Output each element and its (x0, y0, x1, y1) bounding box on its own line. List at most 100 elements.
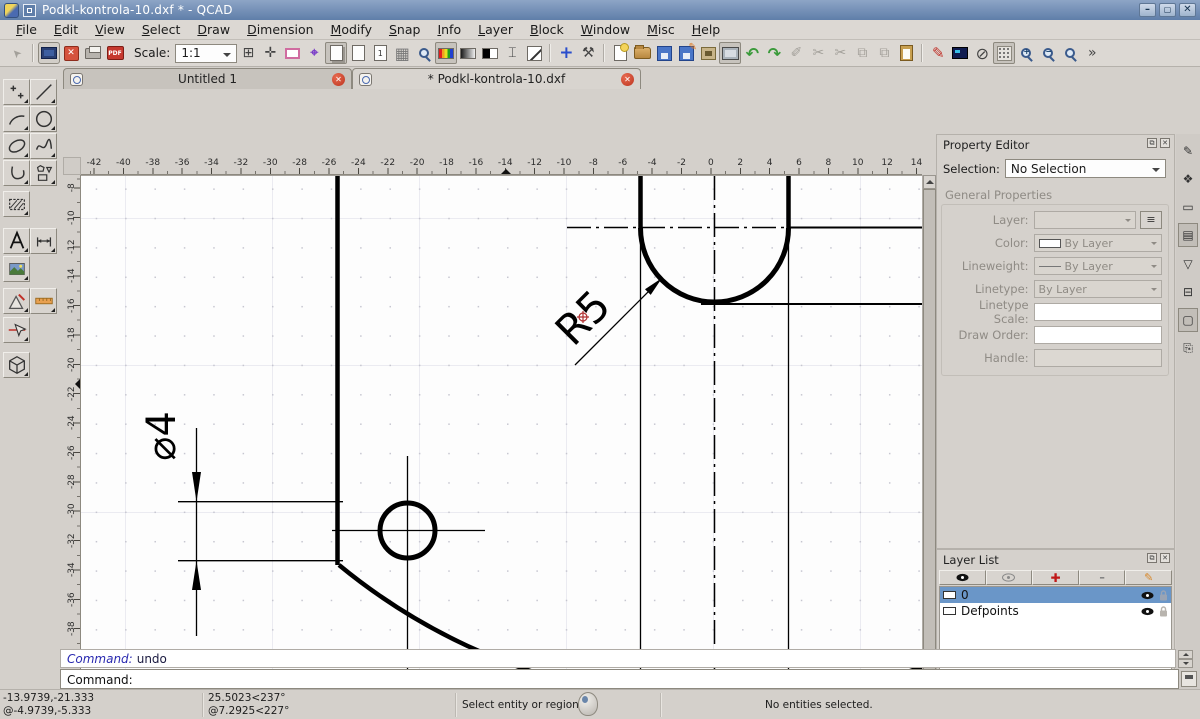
solid-tool-button[interactable] (3, 352, 30, 378)
remove-layer-button[interactable]: – (1078, 570, 1126, 585)
menu-item[interactable]: Window (573, 20, 638, 39)
undo-button[interactable]: ↶ (741, 42, 763, 64)
edit-layer-button[interactable]: ✎ (1125, 570, 1172, 585)
menu-item[interactable]: Edit (46, 20, 86, 39)
menu-item[interactable]: Modify (323, 20, 380, 39)
image-tool-button[interactable] (3, 256, 30, 282)
layer-list-dock-button[interactable]: ▤ (1178, 223, 1198, 247)
redo-button[interactable]: ↷ (763, 42, 785, 64)
menu-item[interactable]: Layer (470, 20, 521, 39)
menu-item[interactable]: Misc (639, 20, 683, 39)
cut-button[interactable]: ✂ (807, 42, 829, 64)
ortho-button[interactable]: ⌖ (303, 42, 325, 64)
property-pencil-button[interactable]: ✎ (927, 42, 949, 64)
minimize-icon[interactable] (1139, 3, 1156, 17)
print-button[interactable] (82, 42, 104, 64)
block-list-dock-button[interactable]: ⊟ (1178, 280, 1198, 304)
hide-all-layers-button[interactable] (985, 570, 1033, 585)
layer-row-0[interactable]: 0 (940, 587, 1171, 603)
history-scroll-down-icon[interactable] (1178, 659, 1193, 668)
toolbar-overflow-button[interactable]: » (1081, 42, 1103, 64)
layer-menu-icon[interactable] (1140, 211, 1162, 229)
property-editor-dock-button[interactable]: ✎ (1178, 139, 1198, 163)
paste-button[interactable] (895, 42, 917, 64)
add-layer-button[interactable]: ✚ (1032, 570, 1079, 585)
menu-item[interactable]: Help (684, 20, 729, 39)
tab-close-icon[interactable] (621, 72, 634, 86)
pdf-export-button[interactable]: PDF (104, 42, 126, 64)
full-color-mode-button[interactable] (435, 42, 458, 64)
hatch-tool-button[interactable] (3, 191, 30, 217)
save-button[interactable] (653, 42, 675, 64)
close-panel-icon[interactable] (1160, 138, 1170, 148)
background-color-button[interactable] (949, 42, 971, 64)
menu-item[interactable]: File (8, 20, 45, 39)
filter-dock-button[interactable]: ▽ (1178, 252, 1198, 276)
new-file-button[interactable] (609, 42, 631, 64)
cut-ref-button[interactable]: ✂ (829, 42, 851, 64)
auto-zoom-button[interactable] (1059, 42, 1081, 64)
layer-lock-icon[interactable] (1159, 605, 1168, 617)
float-panel-icon[interactable] (1147, 553, 1157, 563)
grid-dots-button[interactable] (993, 42, 1016, 64)
snap-tool-button[interactable] (3, 317, 30, 343)
menu-item[interactable]: View (87, 20, 133, 39)
tools-button[interactable]: ⚒ (577, 42, 599, 64)
layer-lock-icon[interactable] (1159, 589, 1168, 601)
open-file-button[interactable] (631, 42, 653, 64)
copy-ref-button[interactable]: ⧉ (873, 42, 895, 64)
float-panel-icon[interactable] (1147, 138, 1157, 148)
menu-item[interactable]: Snap (381, 20, 428, 39)
model-space-button[interactable] (325, 42, 348, 64)
draft-mode-button[interactable] (523, 42, 545, 64)
library-browser-dock-button[interactable]: ▢ (1178, 308, 1198, 332)
layer-visible-icon[interactable] (1141, 607, 1154, 616)
line-tool-button[interactable] (30, 79, 57, 105)
command-options-icon[interactable] (1181, 671, 1197, 687)
menu-item[interactable]: Info (429, 20, 469, 39)
drawing-canvas[interactable]: ⌀4 R5 (81, 175, 922, 699)
show-all-layers-button[interactable] (939, 570, 986, 585)
color-combobox[interactable]: By Layer (1033, 234, 1162, 252)
zoom-out-button[interactable]: − (1037, 42, 1059, 64)
scale-combobox[interactable]: 1:1 (175, 43, 238, 63)
quadrant-snap-button[interactable]: ✛ (259, 42, 281, 64)
menu-item[interactable]: Draw (189, 20, 238, 39)
circle-tool-button[interactable] (30, 106, 57, 132)
view-list-dock-button[interactable]: ▭ (1178, 195, 1198, 219)
clipboard-dock-button[interactable]: ⎘ (1178, 336, 1198, 360)
layer-row-defpoints[interactable]: Defpoints (940, 603, 1171, 619)
reset-pointer-button[interactable]: ➤ (6, 42, 28, 64)
selection-combobox[interactable]: No Selection (1004, 159, 1166, 178)
blackwhite-mode-button[interactable] (479, 42, 501, 64)
selection-filter-dock-button[interactable]: ❖ (1178, 167, 1198, 191)
dimension-text-d4[interactable]: ⌀4 (139, 411, 185, 461)
dimension-tool-button[interactable] (30, 228, 57, 254)
screenshot-button[interactable] (719, 42, 742, 64)
text-tool-button[interactable] (3, 228, 30, 254)
menu-item[interactable]: Select (134, 20, 189, 39)
pin-button[interactable]: ⌶ (501, 42, 523, 64)
spline-tool-button[interactable] (30, 133, 57, 159)
point-tool-button[interactable] (3, 79, 30, 105)
measure-tool-button[interactable] (30, 288, 57, 314)
menu-item[interactable]: Block (522, 20, 572, 39)
restrict-rect-button[interactable] (281, 42, 303, 64)
tab-close-icon[interactable] (332, 72, 345, 86)
lineweight-combobox[interactable]: By Layer (1033, 257, 1162, 275)
scroll-up-icon[interactable] (923, 175, 936, 189)
lineweight-display-button[interactable]: ⊘ (971, 42, 993, 64)
glue-button[interactable]: ✐ (785, 42, 807, 64)
menu-item[interactable]: Dimension (239, 20, 321, 39)
layer-combobox[interactable] (1033, 211, 1137, 229)
layer-visible-icon[interactable] (1141, 591, 1154, 600)
modify-tool-button[interactable] (3, 288, 30, 314)
vertical-scrollbar[interactable] (922, 175, 936, 698)
command-input[interactable]: Command: (60, 669, 1179, 689)
polyline-tool-button[interactable] (3, 160, 30, 186)
ellipse-tool-button[interactable] (3, 133, 30, 159)
paper-space-button[interactable] (347, 42, 369, 64)
copy-button[interactable]: ⧉ (851, 42, 873, 64)
tab-podkl-kontrola[interactable]: * Podkl-kontrola-10.dxf (352, 68, 641, 89)
add-button[interactable]: + (555, 42, 577, 64)
